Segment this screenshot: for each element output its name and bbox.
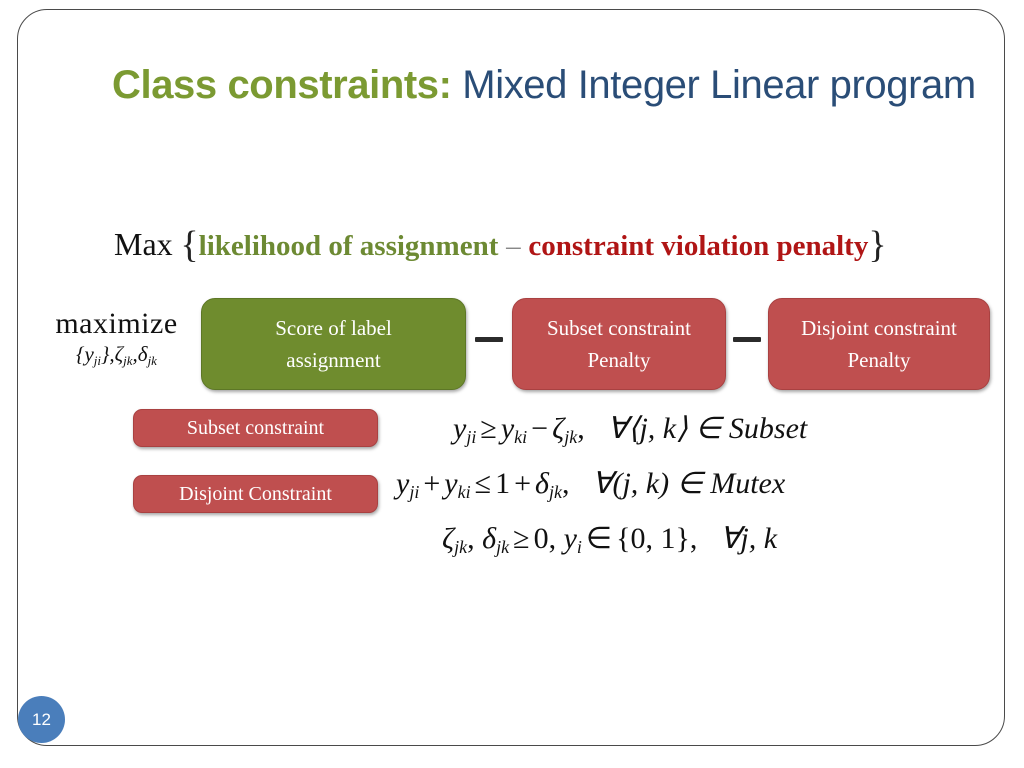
likelihood-term: likelihood of assignment <box>198 230 499 262</box>
maximize-sub-jk2: jk <box>147 353 157 368</box>
eq3-comma-1: , <box>467 522 475 555</box>
eq2-relation: ≤ <box>474 467 492 500</box>
page-number-badge: 12 <box>18 696 65 743</box>
eq3-zero: 0, <box>533 522 557 555</box>
minus-text: – <box>506 230 521 262</box>
maximize-subscript: {yji},ζjk,δjk <box>24 341 209 374</box>
eq3-delta-sub: jk <box>496 537 510 557</box>
eq1-slack-var: ζ <box>552 412 565 445</box>
maximize-sub-mid2: ,δ <box>132 342 148 366</box>
score-of-label-assignment-box: Score of label assignment <box>201 298 466 390</box>
maximize-sub-mid: },ζ <box>101 342 124 366</box>
score-box-line1: Score of label <box>275 316 392 340</box>
subset-penalty-line2: Penalty <box>587 348 651 372</box>
subset-constraint-penalty-box: Subset constraint Penalty <box>512 298 726 390</box>
eq1-lhs-var: y <box>453 412 467 445</box>
eq2-operator-1: + <box>423 467 441 500</box>
eq1-comma: , <box>577 412 585 445</box>
eq3-set: {0, 1}, <box>616 522 698 555</box>
penalty-term: constraint violation penalty <box>528 230 869 262</box>
maximize-sub-ji: ji <box>93 353 101 368</box>
disjoint-penalty-line2: Penalty <box>847 348 911 372</box>
maximize-operator: maximize {yji},ζjk,δjk <box>24 308 209 374</box>
eq2-comma: , <box>561 467 570 500</box>
eq1-rhs-var: y <box>500 412 515 445</box>
maximize-sub-prefix: {y <box>76 342 94 366</box>
eq2-rhs-sub: ki <box>457 482 471 502</box>
subset-penalty-line1: Subset constraint <box>546 316 692 340</box>
maximize-sub-jk1: jk <box>123 353 133 368</box>
close-brace: } <box>868 224 887 266</box>
disjoint-constraint-tag: Disjoint Constraint <box>133 475 378 513</box>
open-brace: { <box>180 224 199 266</box>
eq1-operator: − <box>531 412 549 445</box>
eq2-slack-var: δ <box>534 467 549 500</box>
eq3-y-var: y <box>563 522 577 555</box>
disjoint-constraint-tag-label: Disjoint Constraint <box>179 482 332 505</box>
eq3-member: ∈ <box>585 522 613 555</box>
minus-operator-icon-2 <box>733 337 761 342</box>
eq2-slack-sub: jk <box>548 482 562 502</box>
eq1-relation: ≥ <box>480 412 497 445</box>
page-title: Class constraints: Mixed Integer Linear … <box>112 60 1012 112</box>
maximize-word: maximize <box>55 307 178 340</box>
subset-constraint-tag: Subset constraint <box>133 409 378 447</box>
subset-constraint-tag-label: Subset constraint <box>186 416 325 439</box>
eq2-operator-2: + <box>514 467 531 500</box>
eq2-lhs-sub: ji <box>409 482 420 502</box>
disjoint-constraint-penalty-box: Disjoint constraint Penalty <box>768 298 990 390</box>
minus-operator-icon-1 <box>475 337 503 342</box>
eq1-lhs-sub: ji <box>466 427 477 447</box>
objective-statement: Max {likelihood of assignment – constrai… <box>114 222 887 268</box>
eq3-zeta-sub: jk <box>454 537 468 557</box>
eq2-one: 1 <box>495 467 511 500</box>
max-word: Max <box>114 226 173 262</box>
eq2-quantifier: ∀(j, k) ∈ Mutex <box>591 467 786 500</box>
eq1-slack-sub: jk <box>564 427 578 447</box>
slide-canvas: Class constraints: Mixed Integer Linear … <box>0 0 1024 768</box>
title-highlight: Class constraints: <box>112 63 452 107</box>
eq3-delta: δ <box>482 522 497 555</box>
title-rest: Mixed Integer Linear program <box>451 63 976 107</box>
mutex-constraint-equation: yji + yki ≤1 + δjk, ∀(j, k) ∈ Mutex <box>396 464 785 512</box>
eq1-rhs-sub: ki <box>514 427 528 447</box>
score-box-line2: assignment <box>286 348 381 372</box>
disjoint-penalty-line1: Disjoint constraint <box>801 316 957 340</box>
domain-constraint-equation: ζjk, δjk ≥0, yi ∈ {0, 1}, ∀j, k <box>442 519 777 567</box>
eq3-quantifier: ∀j, k <box>719 522 778 555</box>
eq1-quantifier: ∀⟨j, k⟩ ∈ Subset <box>607 412 808 445</box>
page-number-label: 12 <box>32 709 51 729</box>
eq3-relation: ≥ <box>513 522 530 555</box>
eq2-lhs-var: y <box>396 467 410 500</box>
subset-constraint-equation: yji ≥ yki − ζjk, ∀⟨j, k⟩ ∈ Subset <box>453 409 807 457</box>
eq2-rhs-var: y <box>444 467 458 500</box>
eq3-zeta: ζ <box>442 522 455 555</box>
